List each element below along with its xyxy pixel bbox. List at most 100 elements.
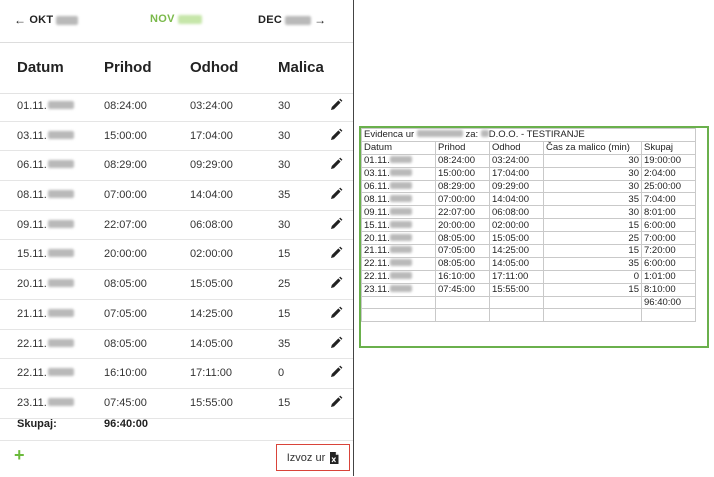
table-header: Datum Prihod Odhod Malica xyxy=(0,42,353,94)
next-month-button[interactable]: DEC → xyxy=(258,13,326,27)
sheet-cell-total: 7:20:00 xyxy=(641,244,696,258)
table-row: 15.11. 20:00:00 02:00:00 15 xyxy=(0,240,353,271)
sheet-cell-break: 35 xyxy=(543,192,642,207)
sheet-cell-break: 30 xyxy=(543,166,642,181)
sheet-cell-date: 03.11. xyxy=(361,166,436,181)
sheet-cell-arrival: 07:00:00 xyxy=(435,192,490,207)
cell-arrival: 08:05:00 xyxy=(104,337,147,350)
pencil-icon[interactable] xyxy=(329,336,343,350)
sheet-cell-break: 15 xyxy=(543,282,642,297)
redacted-year xyxy=(177,14,202,24)
sheet-cell-total: 8:01:00 xyxy=(641,205,696,220)
sheet-cell-departure: 06:08:00 xyxy=(489,205,544,220)
cell-date: 09.11. xyxy=(17,219,74,231)
redacted-year xyxy=(389,259,412,267)
redacted-year xyxy=(47,397,74,406)
pencil-icon[interactable] xyxy=(329,128,343,142)
prev-month-label: OKT xyxy=(29,14,54,26)
sheet-header-cell: Prihod xyxy=(435,140,490,155)
title-prefix: Evidenca ur xyxy=(364,129,415,141)
sheet-cell-date: 15.11. xyxy=(361,218,436,233)
sheet-total-row: 96:40:00 xyxy=(361,295,696,310)
cell-break: 30 xyxy=(278,100,291,112)
cell-date: 15.11. xyxy=(17,248,74,260)
cell-arrival: 08:29:00 xyxy=(104,159,147,172)
redacted-year xyxy=(389,207,412,215)
sheet-row: 08.11. 07:00:00 14:04:00 35 7:04:00 xyxy=(361,192,696,207)
redacted-year xyxy=(389,182,412,189)
pencil-icon[interactable] xyxy=(329,365,343,379)
timesheet-panel: ← OKT NOV DEC → Datum Prihod Odhod Malic… xyxy=(0,0,354,476)
table-row: 06.11. 08:29:00 09:29:00 30 xyxy=(0,151,353,182)
sheet-row: 15.11. 20:00:00 02:00:00 15 6:00:00 xyxy=(361,218,696,233)
pencil-icon[interactable] xyxy=(329,157,343,171)
redacted-year xyxy=(56,15,79,25)
cell-departure: 14:04:00 xyxy=(190,189,233,202)
redacted-year xyxy=(389,169,412,177)
sheet-header-cell: Čas za malico (min) xyxy=(543,140,642,155)
sheet-cell-arrival: 20:00:00 xyxy=(435,218,490,233)
redacted-year xyxy=(389,220,412,228)
sheet-cell-date: 09.11. xyxy=(361,205,436,220)
cell-departure: 09:29:00 xyxy=(190,159,233,172)
sheet-cell-departure: 03:24:00 xyxy=(489,153,544,168)
cell-arrival: 22:07:00 xyxy=(104,218,147,231)
cell-departure: 03:24:00 xyxy=(190,100,233,112)
table-row: 09.11. 22:07:00 06:08:00 30 xyxy=(0,211,353,241)
pencil-icon[interactable] xyxy=(329,217,343,231)
cell-departure: 17:11:00 xyxy=(190,367,233,380)
sheet-cell-total: 2:04:00 xyxy=(641,166,696,181)
add-entry-button[interactable]: + xyxy=(14,445,25,466)
cell-departure: 14:05:00 xyxy=(190,337,233,350)
pencil-icon[interactable] xyxy=(329,306,343,320)
prev-month-button[interactable]: ← OKT xyxy=(14,13,79,27)
pencil-icon[interactable] xyxy=(329,246,343,260)
title-company: D.O.O. - TESTIRANJE xyxy=(488,129,585,141)
sheet-cell-break: 35 xyxy=(543,256,642,271)
redacted-year xyxy=(389,194,412,202)
sheet-cell-arrival: 07:45:00 xyxy=(435,282,490,297)
sheet-cell-total: 1:01:00 xyxy=(641,269,696,284)
table-row: 08.11. 07:00:00 14:04:00 35 xyxy=(0,181,353,211)
excel-file-icon xyxy=(330,451,339,464)
cell-date: 06.11. xyxy=(17,159,74,171)
cell-departure: 15:05:00 xyxy=(190,278,233,291)
sheet-body: 01.11. 08:24:00 03:24:00 30 19:00:00 03.11. 15… xyxy=(361,153,696,323)
sheet-row: 23.11. 07:45:00 15:55:00 15 8:10:00 xyxy=(361,282,696,297)
sheet-cell-break: 25 xyxy=(543,231,642,246)
header-malica: Malica xyxy=(278,59,324,76)
pencil-icon[interactable] xyxy=(329,395,343,409)
sheet-cell-departure: 14:05:00 xyxy=(489,256,544,271)
table-row: 01.11. 08:24:00 03:24:00 30 xyxy=(0,92,353,122)
sheet-row: 01.11. 08:24:00 03:24:00 30 19:00:00 xyxy=(361,153,696,168)
panel-footer: + Izvoz ur xyxy=(0,440,353,477)
cell-arrival: 20:00:00 xyxy=(104,248,147,261)
sheet-cell-date: 23.11. xyxy=(361,282,436,297)
sheet-cell-total: 8:10:00 xyxy=(641,282,696,297)
export-hours-button[interactable]: Izvoz ur xyxy=(276,444,350,471)
redacted-year xyxy=(47,279,74,288)
table-row: 03.11. 15:00:00 17:04:00 30 xyxy=(0,122,353,152)
sheet-title: Evidenca ur za: D.O.O. - TESTIRANJE xyxy=(361,128,696,142)
pencil-icon[interactable] xyxy=(329,98,343,112)
cell-date: 21.11. xyxy=(17,308,74,320)
redacted-year xyxy=(389,246,412,254)
header-prihod: Prihod xyxy=(104,59,152,76)
sheet-cell-break: 0 xyxy=(543,269,642,284)
pencil-icon[interactable] xyxy=(329,276,343,290)
cell-break: 35 xyxy=(278,189,291,202)
sheet-cell-date: 21.11. xyxy=(361,244,436,258)
cell-break: 35 xyxy=(278,337,291,350)
sheet-cell-total: 6:00:00 xyxy=(641,256,696,271)
header-datum: Datum xyxy=(17,59,64,76)
cell-arrival: 08:05:00 xyxy=(104,278,147,291)
sheet-cell-date: 20.11. xyxy=(361,231,436,246)
cell-break: 25 xyxy=(278,278,291,291)
pencil-icon[interactable] xyxy=(329,187,343,201)
redacted-year xyxy=(47,368,74,377)
cell-date: 22.11. xyxy=(17,367,74,379)
arrow-right-icon: → xyxy=(314,13,327,27)
cell-break: 15 xyxy=(278,307,291,320)
cell-departure: 15:55:00 xyxy=(190,396,233,409)
header-odhod: Odhod xyxy=(190,59,239,76)
